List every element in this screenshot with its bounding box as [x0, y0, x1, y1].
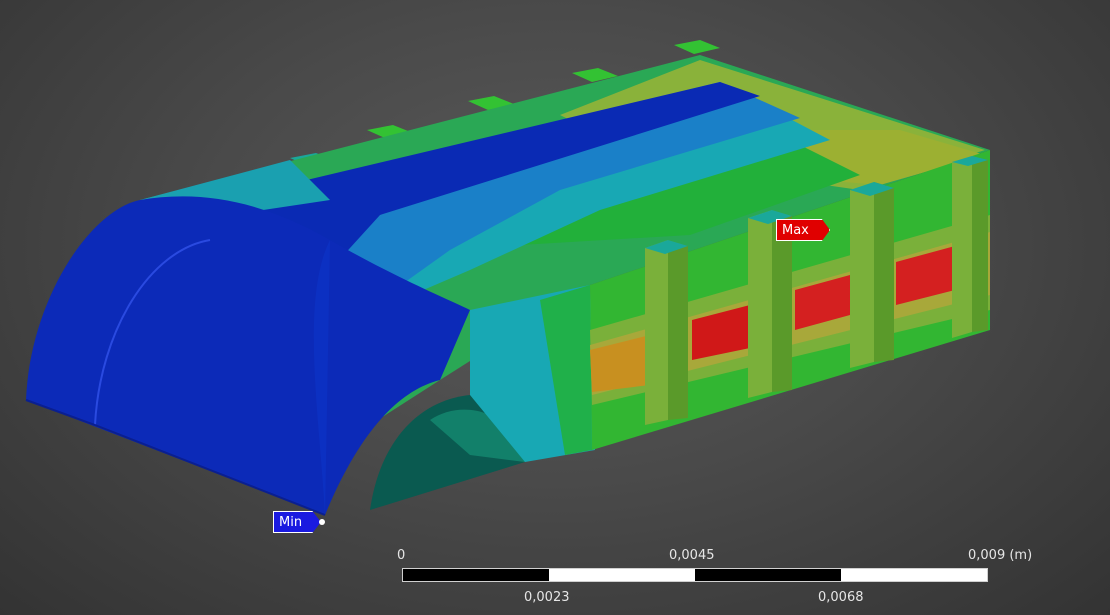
scale-segment — [403, 569, 549, 581]
scale-segment — [549, 569, 695, 581]
min-probe-label[interactable]: Min — [273, 511, 321, 533]
scale-label-quarter: 0,0023 — [524, 590, 570, 605]
scale-label-mid: 0,0045 — [669, 548, 715, 563]
scale-segment — [695, 569, 841, 581]
scale-segment — [841, 569, 987, 581]
scale-label-start: 0 — [397, 548, 406, 563]
min-probe-point — [319, 519, 325, 525]
scale-label-three-quarter: 0,0068 — [818, 590, 864, 605]
3d-viewport[interactable]: Max Min — [0, 0, 1110, 615]
scale-bar — [402, 568, 988, 582]
max-probe-label[interactable]: Max — [776, 219, 830, 241]
fea-model[interactable] — [0, 0, 1110, 615]
scale-label-end: 0,009 (m) — [968, 548, 1033, 563]
